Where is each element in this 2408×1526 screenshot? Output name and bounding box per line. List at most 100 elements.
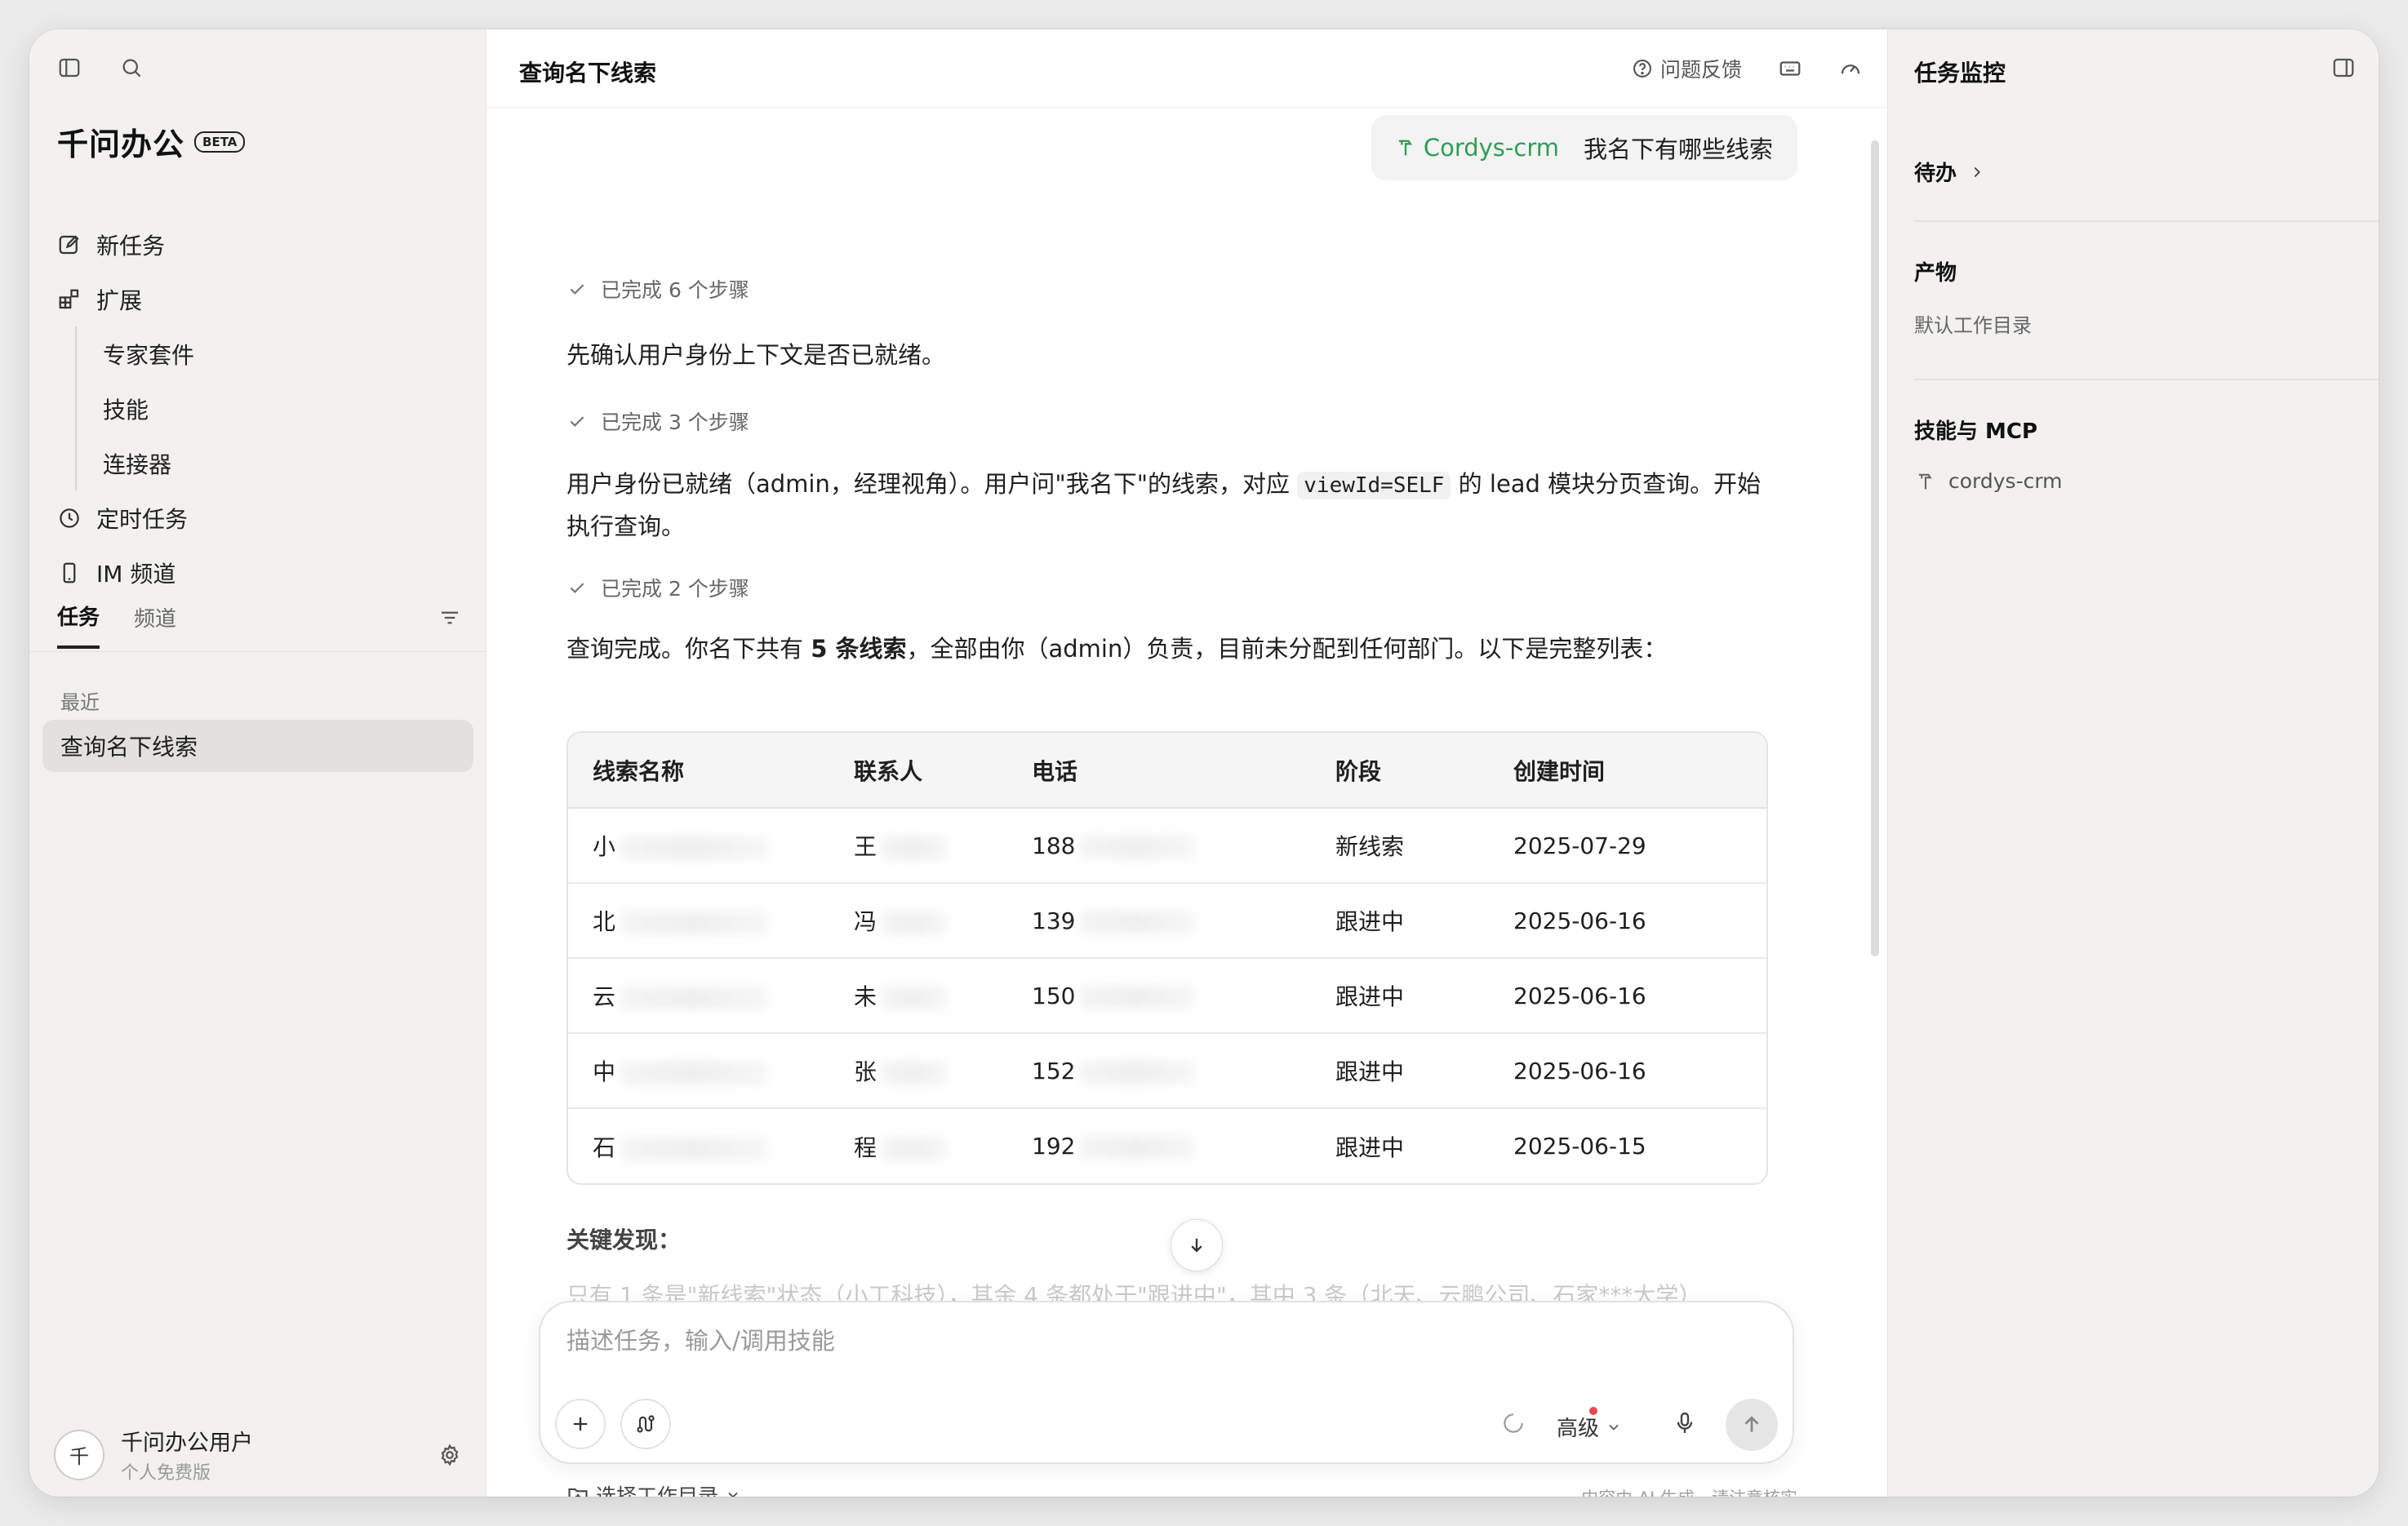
filter-icon[interactable] — [438, 606, 462, 645]
gear-icon[interactable] — [438, 1443, 462, 1467]
keyboard-icon[interactable] — [1778, 56, 1802, 81]
microphone-icon[interactable] — [1672, 1410, 1698, 1436]
gauge-icon[interactable] — [1838, 56, 1863, 81]
cell-created: 2025-07-29 — [1489, 808, 1766, 884]
redacted-blur — [1080, 835, 1195, 858]
brand-name: 千问办公 — [57, 126, 185, 162]
avatar[interactable]: 千 — [54, 1429, 104, 1480]
mode-label: 高级 — [1557, 1417, 1600, 1441]
nav-im-channel[interactable]: IM 频道 — [56, 545, 464, 600]
skill-tag-label: Cordys-crm — [1423, 134, 1559, 162]
redacted-blur — [882, 912, 948, 934]
send-button[interactable] — [1726, 1399, 1778, 1451]
para2-text-a: 用户身份已就绪（admin，经理视角）。用户问"我名下"的线索，对应 — [566, 470, 1298, 498]
artifacts-section: 产物 默认工作目录 — [1914, 256, 2379, 338]
check-icon — [566, 278, 588, 299]
task-monitor-panel: 任务监控 待办 产物 默认工作目录 技能与 MCP cordys-crm — [1887, 29, 2379, 1497]
cell-stage: 跟进中 — [1311, 1033, 1489, 1109]
cell-phone: 192 — [1007, 1108, 1311, 1183]
feedback-button[interactable]: 问题反馈 — [1631, 54, 1742, 83]
redacted-blur — [882, 836, 948, 859]
cell-phone: 150 — [1007, 958, 1311, 1034]
recent-label: 最近 — [60, 691, 100, 714]
nav-connectors[interactable]: 连接器 — [103, 436, 464, 490]
redacted-blur — [620, 836, 768, 859]
cell-phone-text: 139 — [1032, 907, 1076, 934]
sidebar-toggle-icon[interactable] — [57, 55, 82, 80]
cell-name: 北 — [568, 883, 829, 959]
cell-name-text: 小 — [593, 833, 616, 860]
task-input[interactable] — [566, 1327, 1709, 1355]
add-button[interactable] — [555, 1399, 606, 1449]
cell-phone: 188 — [1007, 808, 1311, 884]
tools-button[interactable] — [620, 1399, 671, 1449]
para3-bold: 5 条线索 — [811, 635, 907, 663]
steps-collapsed-1[interactable]: 已完成 6 个步骤 — [566, 274, 1766, 304]
redacted-blur — [1080, 910, 1195, 934]
cell-contact: 程 — [829, 1108, 1007, 1183]
nav-expert-suite[interactable]: 专家套件 — [103, 326, 464, 381]
tab-channels[interactable]: 频道 — [134, 602, 176, 647]
col-header-phone: 电话 — [1007, 733, 1311, 809]
composer: 高级 — [539, 1301, 1794, 1464]
divider — [1914, 220, 2379, 222]
leads-table: 线索名称 联系人 电话 阶段 创建时间 小 王 188 新线索 2025-07-… — [566, 731, 1768, 1185]
nav-skills-label: 技能 — [103, 396, 149, 424]
workdir-selector[interactable]: 选择工作目录 — [566, 1480, 741, 1497]
cell-created: 2025-06-16 — [1489, 958, 1766, 1034]
key-findings-heading: 关键发现： — [566, 1227, 682, 1253]
steps-label-3: 已完成 2 个步骤 — [601, 577, 749, 601]
skill-tag[interactable]: Cordys-crm — [1394, 134, 1559, 162]
user-profile[interactable]: 千 千问办公用户 个人免费版 — [54, 1425, 462, 1484]
hammer-icon — [1914, 470, 1937, 493]
search-icon[interactable] — [119, 55, 144, 80]
cell-stage: 跟进中 — [1335, 1133, 1405, 1161]
panel-toggle-icon[interactable] — [2331, 55, 2356, 80]
route-icon — [634, 1413, 657, 1435]
assistant-response: 已完成 6 个步骤 先确认用户身份上下文是否已就绪。 已完成 3 个步骤 用户身… — [566, 274, 1766, 669]
check-icon — [566, 577, 588, 598]
phone-icon — [56, 561, 83, 585]
nav-extensions-label: 扩展 — [96, 286, 143, 314]
tab-tasks[interactable]: 任务 — [57, 601, 100, 649]
recent-task-item[interactable]: 查询名下线索 — [42, 720, 473, 772]
help-icon — [1631, 57, 1654, 80]
beta-badge: BETA — [194, 131, 246, 153]
nav-connectors-label: 连接器 — [103, 450, 172, 478]
sidebar-nav: 新任务 扩展 专家套件 技能 连接器 定时任务 IM 频道 — [56, 217, 464, 600]
para3-text-a: 查询完成。你名下共有 — [566, 635, 811, 663]
cell-name: 石 — [568, 1108, 829, 1183]
cell-contact-text: 冯 — [854, 908, 877, 935]
scrollbar[interactable] — [1871, 140, 1879, 956]
clock-icon — [56, 506, 83, 530]
nav-im-channel-label: IM 频道 — [96, 560, 176, 588]
feedback-label: 问题反馈 — [1659, 58, 1742, 82]
cell-contact-text: 张 — [854, 1058, 877, 1085]
scroll-to-bottom-button[interactable] — [1171, 1219, 1223, 1271]
user-message-text: 我名下有哪些线索 — [1583, 135, 1773, 163]
default-workdir[interactable]: 默认工作目录 — [1914, 309, 2379, 338]
nav-extensions[interactable]: 扩展 — [56, 272, 464, 326]
table-row: 中 张 152 跟进中 2025-06-16 — [568, 1033, 1766, 1109]
nav-new-task[interactable]: 新任务 — [56, 217, 464, 272]
cell-contact: 未 — [829, 958, 1007, 1034]
skill-item[interactable]: cordys-crm — [1914, 469, 2379, 493]
sidebar-top-icons — [57, 55, 144, 80]
redacted-blur — [1080, 1060, 1195, 1084]
cell-phone-text: 192 — [1032, 1133, 1076, 1160]
nav-new-task-label: 新任务 — [96, 232, 166, 260]
cell-created: 2025-06-16 — [1489, 1033, 1766, 1109]
nav-skills[interactable]: 技能 — [103, 381, 464, 436]
cell-contact: 张 — [829, 1033, 1007, 1109]
cell-name-text: 石 — [593, 1133, 616, 1161]
tabs-divider — [29, 651, 486, 652]
steps-collapsed-3[interactable]: 已完成 2 个步骤 — [566, 573, 1766, 602]
mode-selector[interactable]: 高级 — [1557, 1407, 1622, 1442]
response-paragraph-2: 用户身份已就绪（admin，经理视角）。用户问"我名下"的线索，对应 viewI… — [566, 464, 1766, 547]
steps-collapsed-2[interactable]: 已完成 3 个步骤 — [566, 406, 1766, 436]
redacted-blur — [1080, 985, 1195, 1009]
col-header-contact: 联系人 — [829, 733, 1007, 809]
nav-scheduled[interactable]: 定时任务 — [56, 490, 464, 545]
table-row: 石 程 192 跟进中 2025-06-15 — [568, 1108, 1766, 1183]
todo-section[interactable]: 待办 — [1914, 157, 2379, 187]
